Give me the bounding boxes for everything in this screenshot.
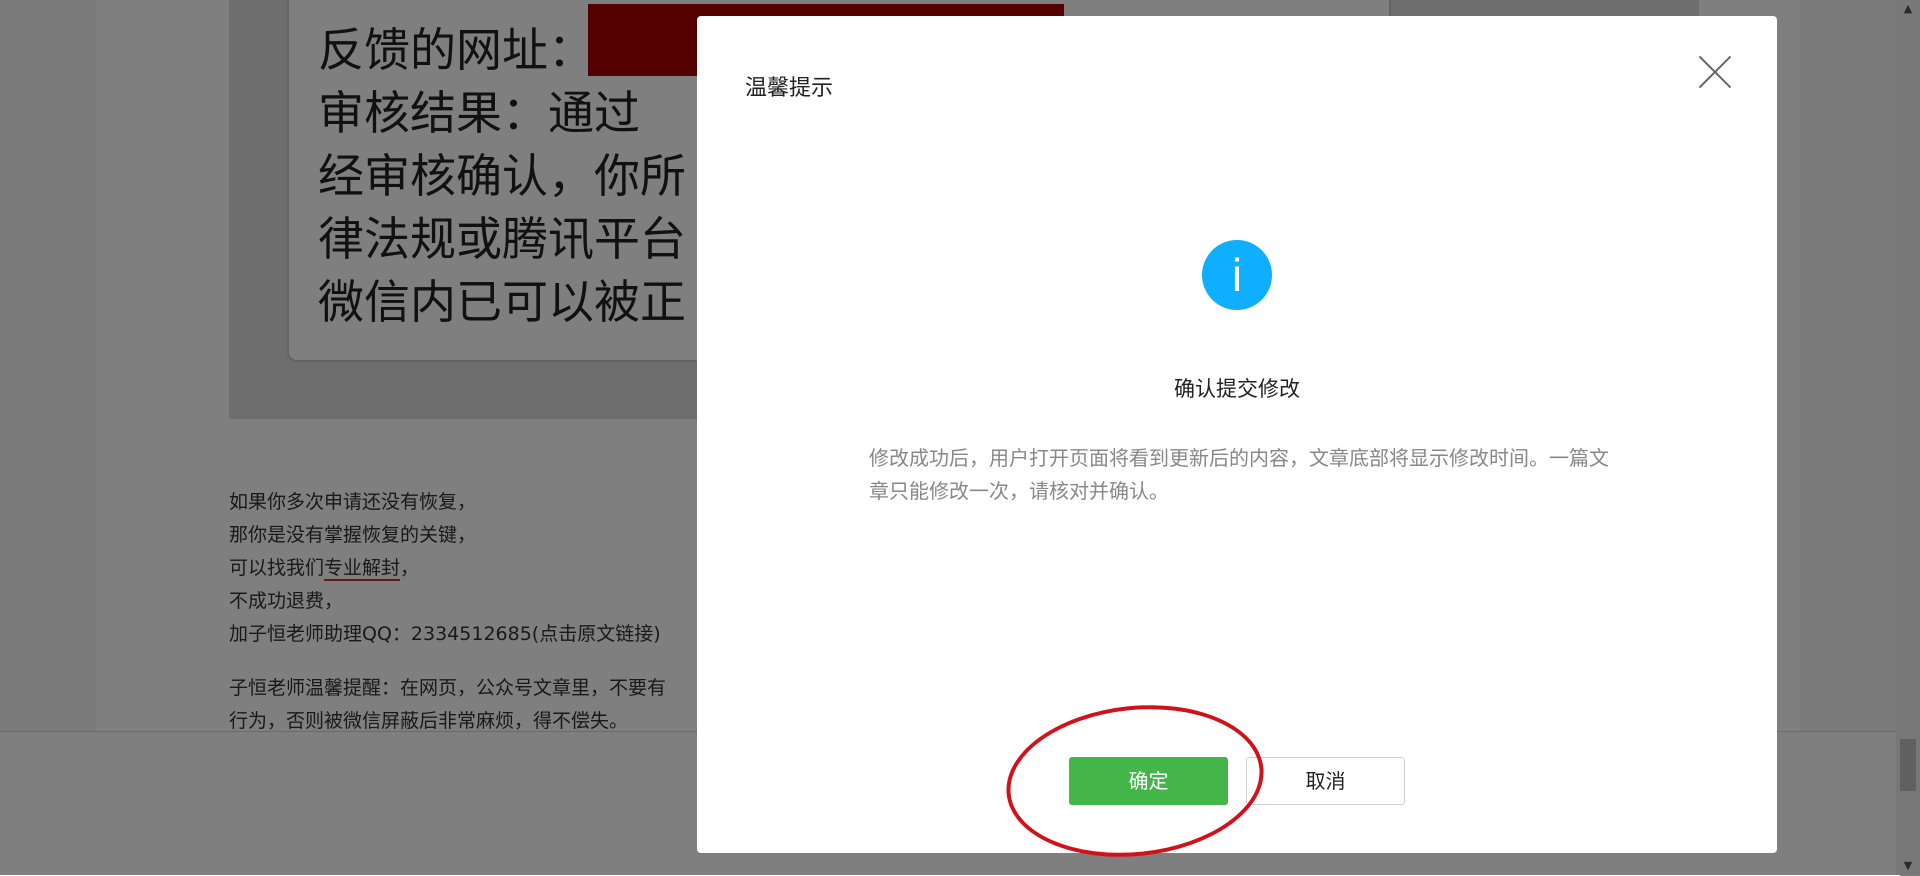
confirm-button[interactable]: 确定 <box>1069 757 1228 805</box>
dialog-description: 修改成功后，用户打开页面将看到更新后的内容，文章底部将显示修改时间。一篇文章只能… <box>869 446 1609 503</box>
dialog-title: 温馨提示 <box>745 76 834 101</box>
confirm-dialog: 温馨提示 i 确认提交修改 修改成功后，用户打开页面将看到更新后的内容，文章底部… <box>697 16 1777 853</box>
info-icon: i <box>1202 240 1272 310</box>
cancel-button[interactable]: 取消 <box>1246 757 1405 805</box>
dialog-heading: 确认提交修改 <box>1174 377 1300 401</box>
close-icon[interactable] <box>1697 54 1733 90</box>
